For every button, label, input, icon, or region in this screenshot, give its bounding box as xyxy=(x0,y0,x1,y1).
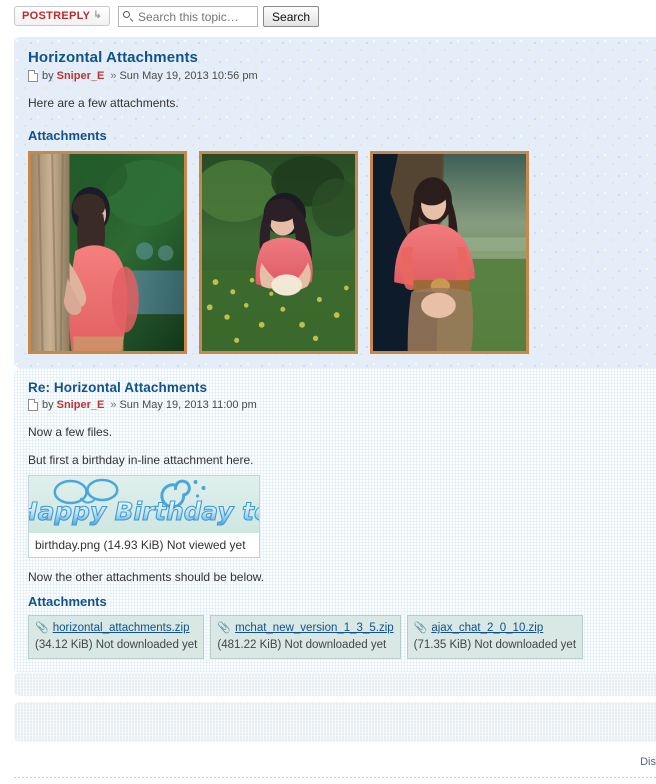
post-reply-button[interactable]: POSTREPLY ↲ xyxy=(14,6,111,26)
topic-action-bar: POSTREPLY ↲ Search xyxy=(0,0,656,37)
byline-by-label: by xyxy=(42,399,54,411)
attachment-file-item[interactable]: 📎 mchat_new_version_1_3_5.zip (481.22 Ki… xyxy=(210,615,401,660)
girl-in-flower-field-photo[interactable] xyxy=(199,151,358,354)
bottom-panel-group xyxy=(0,673,656,743)
birthday-banner-text: Happy Birthday to xyxy=(29,497,259,526)
attachment-file-list: 📎 horizontal_attachments.zip (34.12 KiB)… xyxy=(28,615,642,660)
attachments-heading: Attachments xyxy=(28,594,107,609)
footer-divider xyxy=(14,777,656,779)
attachment-file-header: 📎 horizontal_attachments.zip xyxy=(35,620,197,637)
attachments-heading: Attachments xyxy=(28,128,107,143)
attachment-file-link[interactable]: mchat_new_version_1_3_5.zip xyxy=(235,620,394,637)
search-button[interactable]: Search xyxy=(263,6,320,27)
post-page-icon xyxy=(28,399,38,411)
post-item: Horizontal Attachments by Sniper_E » Sun… xyxy=(14,37,656,368)
paperclip-icon: 📎 xyxy=(413,621,428,634)
post-list: Horizontal Attachments by Sniper_E » Sun… xyxy=(0,37,656,673)
post-title[interactable]: Re: Horizontal Attachments xyxy=(28,380,642,395)
post-body-text: Here are a few attachments. xyxy=(28,96,179,110)
post-author-link[interactable]: Sniper_E xyxy=(57,399,105,411)
attachment-file-item[interactable]: 📎 horizontal_attachments.zip (34.12 KiB)… xyxy=(28,615,205,660)
post-author-link[interactable]: Sniper_E xyxy=(57,70,105,82)
post-body-text-line1: Now a few files. xyxy=(28,425,113,439)
bottom-bar-lower xyxy=(14,702,656,743)
inline-attachment-caption: birthday.png (14.93 KiB) Not viewed yet xyxy=(29,533,259,557)
post-date: Sun May 19, 2013 10:56 pm xyxy=(119,70,258,82)
post-date: Sun May 19, 2013 11:00 pm xyxy=(119,399,257,411)
attachment-file-link[interactable]: ajax_chat_2_0_10.zip xyxy=(431,620,543,637)
byline-by-label: by xyxy=(42,70,54,82)
search-field-wrapper[interactable] xyxy=(118,6,259,27)
happy-birthday-banner-image: Happy Birthday to xyxy=(29,476,259,533)
attachment-file-link[interactable]: horizontal_attachments.zip xyxy=(53,620,190,637)
reply-arrow-icon: ↲ xyxy=(93,10,103,21)
attachment-thumbnail-row xyxy=(28,151,642,354)
attachment-file-item[interactable]: 📎 ajax_chat_2_0_10.zip (71.35 KiB) Not d… xyxy=(406,615,584,660)
post-body-text-line3: Now the other attachments should be belo… xyxy=(28,570,265,584)
post-title[interactable]: Horizontal Attachments xyxy=(28,49,642,66)
post-page-icon xyxy=(28,70,38,82)
topic-search: Search xyxy=(118,6,320,27)
byline-separator: » xyxy=(110,399,117,411)
post-reply-label: POSTREPLY xyxy=(22,10,91,22)
search-icon xyxy=(123,11,134,22)
post-byline: by Sniper_E » Sun May 19, 2013 10:56 pm xyxy=(28,70,642,82)
attachment-file-meta: (71.35 KiB) Not downloaded yet xyxy=(413,638,577,651)
girl-leaning-on-tree-photo[interactable] xyxy=(28,151,187,354)
paperclip-icon: 📎 xyxy=(217,621,232,634)
paperclip-icon: 📎 xyxy=(35,621,49,634)
bottom-bar-upper xyxy=(14,673,656,697)
girl-standing-by-tree-photo[interactable] xyxy=(370,151,529,354)
inline-attachment-birthday[interactable]: Happy Birthday to birthday.png (14.93 Ki… xyxy=(28,475,260,558)
post-byline: by Sniper_E » Sun May 19, 2013 11:00 pm xyxy=(28,399,642,411)
post-item: Re: Horizontal Attachments by Sniper_E »… xyxy=(14,368,656,673)
post-body-text-line2: But first a birthday in-line attachment … xyxy=(28,453,254,467)
attachment-file-header: 📎 mchat_new_version_1_3_5.zip xyxy=(217,620,393,637)
search-input[interactable] xyxy=(138,9,254,24)
footer-truncated-label[interactable]: Dis xyxy=(640,756,656,768)
page-footer: Dis xyxy=(0,742,656,784)
attachment-file-meta: (34.12 KiB) Not downloaded yet xyxy=(35,638,198,651)
attachment-file-meta: (481.22 KiB) Not downloaded yet xyxy=(217,638,387,651)
byline-separator: » xyxy=(110,70,117,82)
attachment-file-header: 📎 ajax_chat_2_0_10.zip xyxy=(414,620,576,637)
